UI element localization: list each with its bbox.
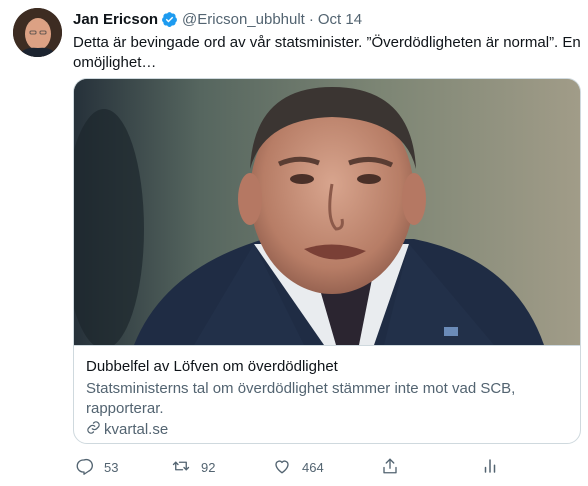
card-description: Statsministerns tal om överdödlighet stä… (86, 380, 516, 417)
retweet-count: 92 (201, 459, 216, 475)
tweet-text: Detta är bevingade ord av vår statsminis… (73, 34, 581, 71)
share-icon (381, 457, 399, 478)
reply-count: 53 (104, 459, 119, 475)
like-count: 464 (302, 459, 324, 475)
reply-button[interactable]: 53 (75, 455, 118, 479)
verified-badge-icon (161, 11, 178, 28)
analytics-icon (481, 457, 499, 478)
avatar[interactable] (13, 8, 62, 57)
card-body: Dubbelfel av Löfven om överdödlighet Sta… (74, 345, 580, 443)
card-domain-text: kvartal.se (104, 421, 169, 438)
tweet-actions: 53 92 464 (73, 455, 583, 479)
card-image (74, 79, 580, 345)
header-separator: · (308, 10, 314, 28)
retweet-icon (172, 457, 190, 478)
tweet-header: Jan Ericson @Ericson_ubbhult · Oct 14 (73, 8, 362, 30)
like-icon (273, 457, 291, 478)
tweet-date[interactable]: Oct 14 (318, 11, 362, 28)
card-domain: kvartal.se (86, 420, 168, 439)
retweet-button[interactable]: 92 (172, 455, 215, 479)
link-icon (86, 420, 104, 439)
tweet[interactable]: Jan Ericson @Ericson_ubbhult · Oct 14 De… (0, 0, 588, 486)
link-card[interactable]: Dubbelfel av Löfven om överdödlighet Sta… (73, 78, 581, 444)
card-title: Dubbelfel av Löfven om överdödlighet (86, 358, 338, 375)
author-name[interactable]: Jan Ericson (73, 11, 158, 28)
reply-icon (75, 457, 93, 478)
share-button[interactable] (381, 455, 399, 479)
author-handle[interactable]: @Ericson_ubbhult (182, 11, 305, 28)
analytics-button[interactable] (481, 455, 499, 479)
like-button[interactable]: 464 (273, 455, 324, 479)
